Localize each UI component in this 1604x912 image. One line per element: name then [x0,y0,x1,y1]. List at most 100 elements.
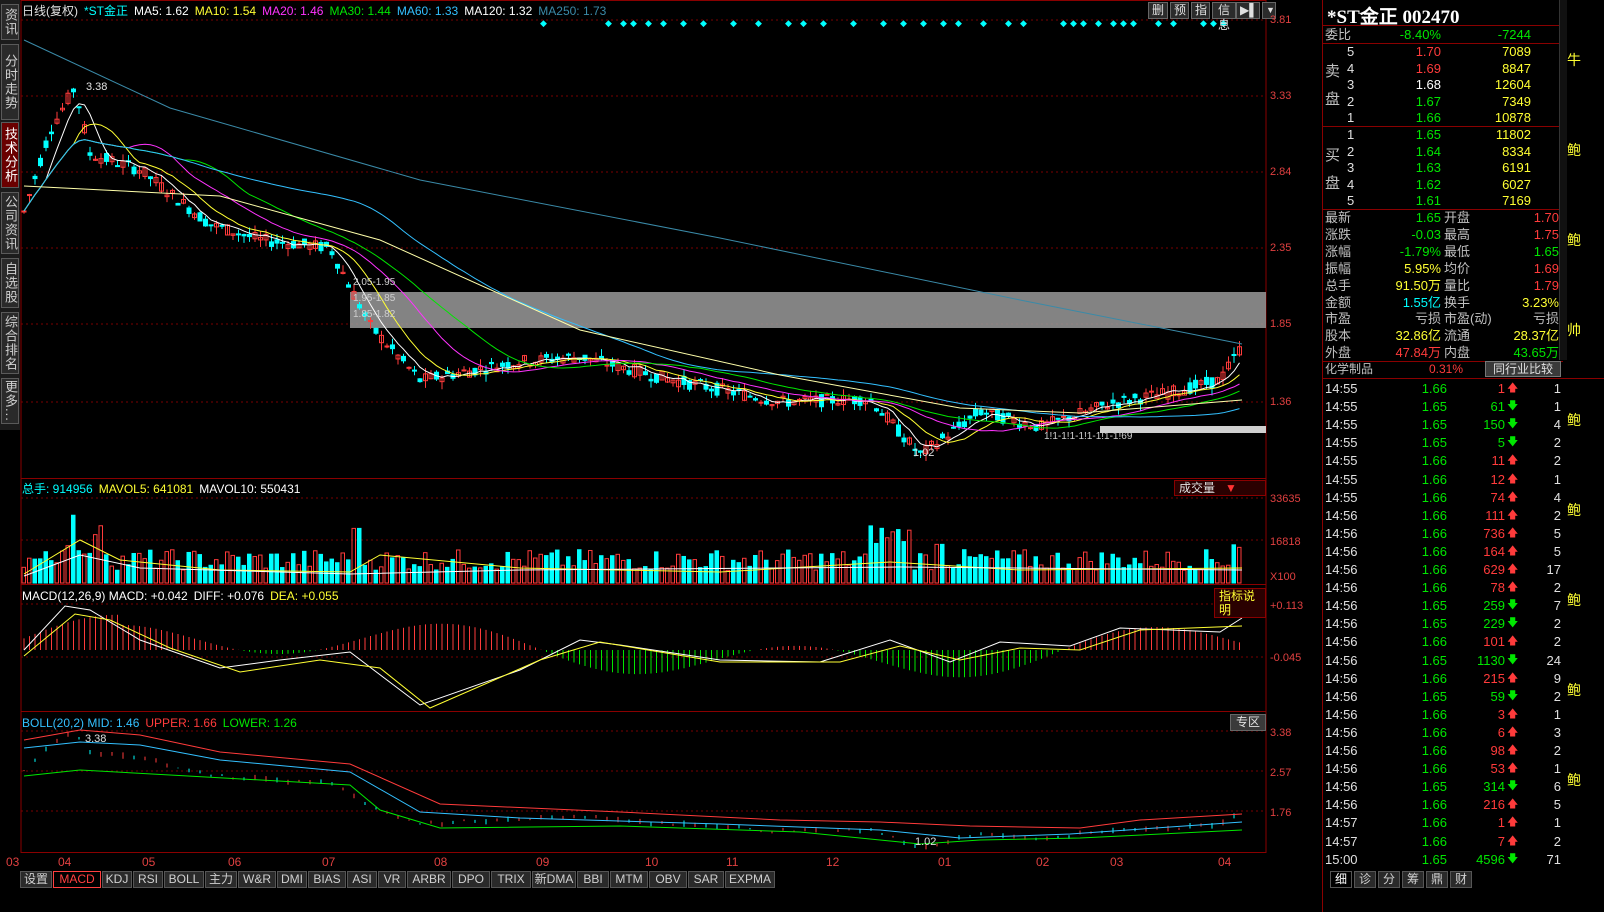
candle-body [27,194,32,197]
tick-price: 1.66 [1421,797,1447,813]
side-news-char[interactable]: 鲍 [1567,500,1581,520]
volume-bar [632,568,637,584]
stat-label: 换手 [1444,294,1471,310]
quote-scrollbar[interactable] [1559,0,1567,360]
tick-price: 1.66 [1421,453,1447,469]
detail-tab[interactable]: 财 [1450,871,1472,888]
side-news-char[interactable]: 鲍 [1567,230,1581,250]
indicator-tab[interactable]: ARBR [407,871,451,888]
stat-label: 振幅 [1325,260,1352,276]
side-news-char[interactable]: 牛 [1567,50,1581,70]
expand-panel-button[interactable]: ▶▌ [1236,2,1260,19]
volume-bar [439,562,444,584]
detail-tab[interactable]: 细 [1330,871,1352,888]
tick-row: 14:55 1.66 12 🡅 1 [1323,471,1604,488]
stat-label: 涨幅 [1325,243,1352,259]
date-axis-label: 07 [322,855,336,869]
volume-bar [951,567,956,584]
indicator-tab[interactable]: 设置 [20,871,52,888]
date-axis-label: 04 [1218,855,1232,869]
indicator-tab[interactable]: W&R [238,871,276,888]
price-panel-button[interactable]: 信息 [1212,2,1236,32]
indicator-tab[interactable]: 新DMA [532,871,576,888]
indicator-tab[interactable]: RSI [133,871,163,888]
detail-tab[interactable]: 诊 [1354,871,1376,888]
tick-price: 1.65 [1421,652,1447,668]
candle-body [544,354,549,358]
tick-count: 2 [1553,580,1561,596]
candle-body [406,366,412,369]
volume-bar [681,555,686,584]
signal-marker: ◆ [700,18,707,28]
indicator-tab[interactable]: 主力 [205,871,237,888]
signal-marker: ◆ [1170,18,1177,28]
indicator-tab[interactable]: DPO [452,871,490,888]
candle-body [566,353,571,356]
candle-body [1204,376,1209,385]
indicator-tab[interactable]: MTM [610,871,648,888]
indicator-tab[interactable]: SAR [688,871,724,888]
tick-count: 17 [1546,562,1561,577]
side-news-char[interactable]: 鲍 [1567,410,1581,430]
side-news-char[interactable]: 帅 [1567,320,1581,340]
detail-tab[interactable]: 分 [1378,871,1400,888]
side-news-char[interactable]: 鲍 [1567,680,1581,700]
order-level: 1 [1347,110,1355,126]
side-tab[interactable]: 技术分析 [1,122,19,188]
order-price: 1.65 [1415,127,1441,142]
detail-tab[interactable]: 筹 [1402,871,1424,888]
tick-price: 1.66 [1421,381,1447,396]
order-price: 1.63 [1415,160,1441,176]
boll-axis-mid: 2.57 [1270,767,1292,779]
volume-bar [1127,564,1132,584]
indicator-tab[interactable]: TRIX [491,871,531,888]
indicator-help-button[interactable]: 指标说明 [1214,588,1266,618]
zone-button[interactable]: 专区 [1230,714,1266,731]
candle-body [643,371,648,376]
indicator-tab[interactable]: VR [378,871,406,888]
price-panel-button[interactable]: 删 [1148,2,1168,19]
side-tab[interactable]: 自选股 [1,258,19,308]
side-news-char[interactable]: 鲍 [1567,770,1581,790]
side-tab[interactable]: 资讯 [1,4,19,40]
candle-body [417,378,423,383]
volume-bar [302,550,307,584]
ma-legend-item: MA250: 1.73 [538,4,607,18]
indicator-tab[interactable]: DMI [277,871,307,888]
tick-count: 4 [1553,489,1561,505]
side-news-char[interactable]: 鲍 [1567,140,1581,160]
side-tab[interactable]: 公司资讯 [1,192,19,254]
indicator-tab[interactable]: EXPMA [725,871,775,888]
indicator-tab[interactable]: BIAS [308,871,346,888]
indicator-tab[interactable]: BBI [577,871,609,888]
indicator-tab[interactable]: MACD [53,871,101,888]
indicator-tab[interactable]: KDJ [102,871,132,888]
volume-bar [131,552,136,584]
indicator-selector[interactable]: 成交量 ▼ [1174,480,1266,496]
tick-row: 14:56 1.66 78 🡅 2 [1323,579,1604,596]
side-tab[interactable]: 综合排名 [1,312,19,374]
tick-price: 1.66 [1421,580,1447,596]
candle-body [874,408,879,412]
side-news-char[interactable]: 鲍 [1567,590,1581,610]
tick-time: 14:56 [1325,580,1358,596]
indicator-tab[interactable]: OBV [649,871,687,888]
tick-time: 14:56 [1325,761,1358,777]
stat-label: 开盘 [1444,210,1471,225]
sector-compare-button[interactable]: 同行业比较 [1485,361,1561,377]
volume-bar [582,560,587,584]
boll-upper-line [23,729,1243,829]
candle-body [962,421,967,428]
signal-marker: ◆ [540,18,547,28]
price-panel-button[interactable]: 预 [1170,2,1189,19]
volume-bar [588,549,593,584]
indicator-tab[interactable]: ASI [347,871,377,888]
detail-tab[interactable]: 鼎 [1426,871,1448,888]
order-price: 1.62 [1415,176,1441,192]
price-panel-button[interactable]: 指 [1191,2,1210,19]
side-tab[interactable]: 更多... [1,378,19,424]
volume-bar [1204,549,1209,584]
side-tab[interactable]: 分时走势 [1,44,19,120]
tick-price: 1.65 [1421,688,1447,704]
indicator-tab[interactable]: BOLL [164,871,204,888]
